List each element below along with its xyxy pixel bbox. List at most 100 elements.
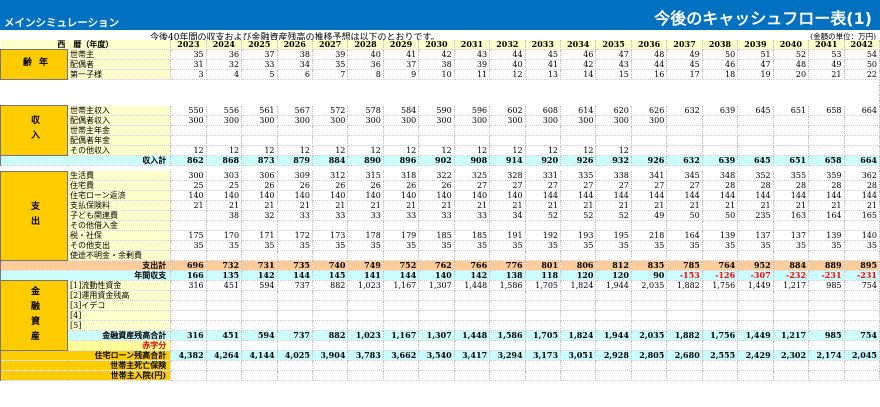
value-cell[interactable] <box>808 360 845 371</box>
value-cell[interactable] <box>312 125 349 136</box>
value-cell[interactable]: 51 <box>737 49 774 60</box>
value-cell[interactable] <box>844 320 880 331</box>
value-cell[interactable] <box>347 360 384 371</box>
value-cell[interactable] <box>277 310 313 321</box>
value-cell[interactable] <box>277 320 313 331</box>
value-cell[interactable] <box>808 250 845 261</box>
value-cell[interactable] <box>666 360 703 371</box>
value-cell[interactable]: 35 <box>277 240 313 251</box>
value-cell[interactable]: 35 <box>383 240 420 251</box>
value-cell[interactable]: 12 <box>525 145 562 156</box>
value-cell[interactable]: 658 <box>808 105 845 116</box>
value-cell[interactable] <box>737 370 774 381</box>
value-cell[interactable] <box>312 220 349 231</box>
value-cell[interactable] <box>241 300 278 311</box>
value-cell[interactable]: 27 <box>631 180 668 191</box>
value-cell[interactable]: 325 <box>454 171 491 181</box>
value-cell[interactable] <box>737 310 774 321</box>
value-cell[interactable]: 185 <box>418 230 455 241</box>
value-cell[interactable]: 1,167 <box>383 280 420 291</box>
value-cell[interactable]: 658 <box>808 155 845 166</box>
value-cell[interactable] <box>347 220 384 231</box>
value-cell[interactable]: 47 <box>737 59 774 70</box>
value-cell[interactable]: 1,449 <box>737 280 774 291</box>
value-cell[interactable]: 21 <box>702 200 739 211</box>
value-cell[interactable]: 12 <box>418 145 455 156</box>
value-cell[interactable] <box>525 220 562 231</box>
row-label[interactable]: 住宅費 <box>66 180 172 191</box>
value-cell[interactable]: 139 <box>702 230 739 241</box>
value-cell[interactable]: 37 <box>241 49 278 60</box>
value-cell[interactable]: 300 <box>418 115 455 126</box>
value-cell[interactable]: 3,294 <box>489 350 526 361</box>
value-cell[interactable] <box>525 250 562 261</box>
value-cell[interactable]: 316 <box>170 280 207 291</box>
value-cell[interactable]: 35 <box>170 240 207 251</box>
value-cell[interactable]: 140 <box>241 190 278 201</box>
value-cell[interactable]: 145 <box>312 270 349 281</box>
value-cell[interactable]: 889 <box>808 260 845 271</box>
value-cell[interactable] <box>277 125 313 136</box>
value-cell[interactable]: 27 <box>595 180 632 191</box>
value-cell[interactable] <box>170 310 207 321</box>
value-cell[interactable]: 166 <box>170 270 207 281</box>
value-cell[interactable]: 300 <box>595 115 632 126</box>
value-cell[interactable] <box>347 290 384 301</box>
value-cell[interactable] <box>277 340 313 351</box>
value-cell[interactable]: 26 <box>241 180 278 191</box>
value-cell[interactable]: 6 <box>277 69 313 80</box>
value-cell[interactable]: 550 <box>170 105 207 116</box>
value-cell[interactable]: 362 <box>844 171 880 181</box>
value-cell[interactable]: 36 <box>206 49 243 60</box>
value-cell[interactable]: 140 <box>383 190 420 201</box>
value-cell[interactable] <box>418 290 455 301</box>
value-cell[interactable]: 300 <box>631 115 668 126</box>
value-cell[interactable]: 4,144 <box>241 350 278 361</box>
value-cell[interactable] <box>844 290 880 301</box>
value-cell[interactable]: 35 <box>595 240 632 251</box>
value-cell[interactable]: 594 <box>241 330 278 341</box>
value-cell[interactable]: 1,944 <box>595 280 632 291</box>
value-cell[interactable]: 348 <box>702 171 739 181</box>
value-cell[interactable]: 50 <box>844 59 880 70</box>
value-cell[interactable]: 920 <box>525 155 562 166</box>
value-cell[interactable]: 303 <box>206 171 243 181</box>
value-cell[interactable]: 21 <box>489 200 526 211</box>
value-cell[interactable] <box>241 290 278 301</box>
value-cell[interactable] <box>737 300 774 311</box>
value-cell[interactable]: 35 <box>489 240 526 251</box>
value-cell[interactable]: 32 <box>206 59 243 70</box>
value-cell[interactable]: 140 <box>206 190 243 201</box>
value-cell[interactable] <box>773 145 810 156</box>
value-cell[interactable]: -126 <box>702 270 739 281</box>
value-cell[interactable] <box>383 220 420 231</box>
value-cell[interactable] <box>525 370 562 381</box>
value-cell[interactable] <box>525 125 562 136</box>
value-cell[interactable] <box>206 250 243 261</box>
value-cell[interactable]: 42 <box>560 59 597 70</box>
value-cell[interactable] <box>454 290 491 301</box>
value-cell[interactable]: 359 <box>808 171 845 181</box>
value-cell[interactable]: -232 <box>773 270 810 281</box>
value-cell[interactable]: 12 <box>312 145 349 156</box>
value-cell[interactable]: 27 <box>454 180 491 191</box>
row-label[interactable]: 年間収支 <box>0 270 172 281</box>
value-cell[interactable]: 735 <box>277 260 313 271</box>
value-cell[interactable]: 614 <box>560 105 597 116</box>
value-cell[interactable] <box>489 320 526 331</box>
value-cell[interactable] <box>560 360 597 371</box>
value-cell[interactable] <box>383 300 420 311</box>
value-cell[interactable] <box>383 370 420 381</box>
value-cell[interactable] <box>560 220 597 231</box>
value-cell[interactable] <box>560 125 597 136</box>
value-cell[interactable]: 191 <box>489 230 526 241</box>
value-cell[interactable]: 28 <box>844 180 880 191</box>
value-cell[interactable]: 801 <box>525 260 562 271</box>
value-cell[interactable]: 35 <box>702 240 739 251</box>
value-cell[interactable]: 300 <box>206 115 243 126</box>
value-cell[interactable]: 584 <box>383 105 420 116</box>
value-cell[interactable] <box>737 250 774 261</box>
value-cell[interactable]: 45 <box>525 49 562 60</box>
value-cell[interactable]: 135 <box>206 270 243 281</box>
value-cell[interactable]: 926 <box>560 155 597 166</box>
